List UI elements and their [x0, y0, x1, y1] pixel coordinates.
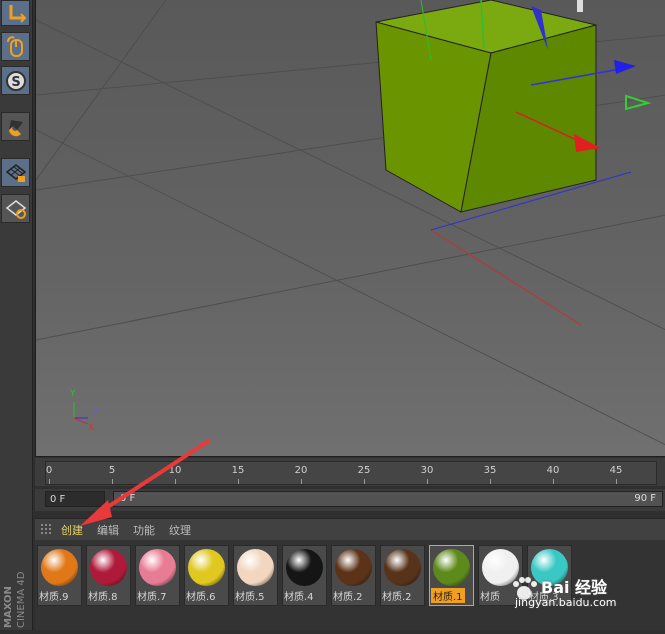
menu-texture[interactable]: 纹理 — [169, 522, 191, 538]
timeline-tick-label: 5 — [108, 465, 116, 476]
material-swatch[interactable]: 材质.8 — [86, 545, 131, 606]
svg-text:S: S — [11, 75, 20, 90]
timeline-tick-mark — [175, 479, 176, 484]
timeline-tick-mark — [616, 479, 617, 484]
material-preview-sphere — [286, 549, 323, 586]
grid-lock-tool-button[interactable] — [1, 158, 30, 187]
timeline-tick-mark — [427, 479, 428, 484]
corner-tool-button[interactable] — [1, 0, 30, 26]
material-swatch[interactable]: 材质.2 — [380, 545, 425, 606]
timeline-ruler[interactable]: 0 5 10 15 20 25 30 35 40 45 — [45, 461, 657, 485]
material-label: 材质.1 — [431, 588, 465, 603]
frame-start-field[interactable]: 0 F — [45, 491, 105, 507]
magnet-tool-button[interactable] — [1, 112, 30, 141]
watermark-url: jingyan.baidu.com — [515, 596, 617, 609]
timeline-tick-label: 35 — [483, 465, 497, 476]
snap-tool-button[interactable]: S — [1, 66, 30, 95]
frame-controls: 0 F 0 F 90 F — [35, 489, 665, 511]
axis-y-label: Y — [69, 389, 76, 399]
material-preview-sphere — [237, 549, 274, 586]
material-label: 材质.2 — [333, 592, 363, 603]
material-label: 材质.9 — [39, 592, 69, 603]
material-label: 材质.7 — [137, 592, 167, 603]
material-label: 材质 — [480, 592, 500, 603]
material-label: 材质.2 — [382, 592, 412, 603]
viewport-scene: Y Z X — [36, 0, 665, 446]
material-swatch[interactable]: 材质.9 — [37, 545, 82, 606]
timeline-tick-mark — [301, 479, 302, 484]
magnet-icon — [8, 119, 23, 136]
timeline-tick-mark — [112, 479, 113, 484]
material-preview-sphere — [335, 549, 372, 586]
snap-icon: S — [5, 70, 26, 91]
material-preview-sphere — [41, 549, 78, 586]
mouse-tool-button[interactable] — [1, 32, 30, 61]
material-label: 材质.4 — [284, 592, 314, 603]
timeline-tick-label: 15 — [231, 465, 245, 476]
timeline-tick-mark — [238, 479, 239, 484]
brand-line1: MAXON — [3, 586, 14, 628]
material-swatch[interactable]: 材质.4 — [282, 545, 327, 606]
menu-create[interactable]: 创建 — [61, 522, 83, 538]
material-label: 材质.6 — [186, 592, 216, 603]
material-label: 材质.5 — [235, 592, 265, 603]
material-manager-menubar: 创建 编辑 功能 纹理 — [35, 518, 665, 541]
timeline-tick-mark — [490, 479, 491, 484]
brand-line2: CINEMA 4D — [16, 571, 27, 628]
timeline-tick-label: 30 — [420, 465, 434, 476]
grid-cycle-tool-button[interactable] — [1, 194, 30, 223]
3d-viewport[interactable]: Y Z X — [35, 0, 665, 457]
axis-x-label: X — [88, 423, 94, 433]
material-swatch[interactable]: 材质.7 — [135, 545, 180, 606]
material-preview-sphere — [139, 549, 176, 586]
material-swatch[interactable]: 材质.6 — [184, 545, 229, 606]
menu-function[interactable]: 功能 — [133, 522, 155, 538]
watermark-title: Bai 经验 — [541, 578, 608, 597]
timeline-tick-label: 45 — [609, 465, 623, 476]
material-swatch[interactable]: 材质.1 — [429, 545, 474, 606]
timeline-tick-mark — [49, 479, 50, 484]
grip-icon — [41, 524, 51, 534]
timeline-tick-label: 20 — [294, 465, 308, 476]
frame-range-slider[interactable]: 0 F 90 F — [113, 491, 663, 507]
left-toolbar: S — [0, 0, 33, 630]
menu-edit[interactable]: 编辑 — [97, 522, 119, 538]
frame-end-label: 90 F — [634, 493, 656, 504]
timeline-tick-label: 25 — [357, 465, 371, 476]
material-preview-sphere — [433, 549, 470, 586]
corner-icon — [9, 5, 26, 23]
material-preview-sphere — [90, 549, 127, 586]
timeline[interactable]: 0 5 10 15 20 25 30 35 40 45 — [35, 458, 665, 486]
material-swatch[interactable]: 材质.2 — [331, 545, 376, 606]
timeline-tick-label: 40 — [546, 465, 560, 476]
mouse-icon — [6, 35, 23, 57]
material-swatch[interactable]: 材质.5 — [233, 545, 278, 606]
grid-cycle-icon — [5, 199, 26, 219]
timeline-tick-mark — [553, 479, 554, 484]
timeline-tick-label: 0 — [45, 465, 53, 476]
grid-lock-icon — [5, 163, 26, 182]
maxon-brand: MAXON CINEMA 4D — [0, 540, 32, 630]
material-preview-sphere — [188, 549, 225, 586]
timeline-tick-mark — [364, 479, 365, 484]
axis-z-label: Z — [92, 409, 98, 419]
material-preview-sphere — [384, 549, 421, 586]
maxon-logo: MAXON CINEMA 4D — [3, 571, 27, 628]
timeline-tick-label: 10 — [168, 465, 182, 476]
material-label: 材质.8 — [88, 592, 118, 603]
frame-current-label: 0 F — [120, 493, 136, 504]
baidu-watermark: Bai 经验 jingyan.baidu.com — [509, 574, 629, 610]
